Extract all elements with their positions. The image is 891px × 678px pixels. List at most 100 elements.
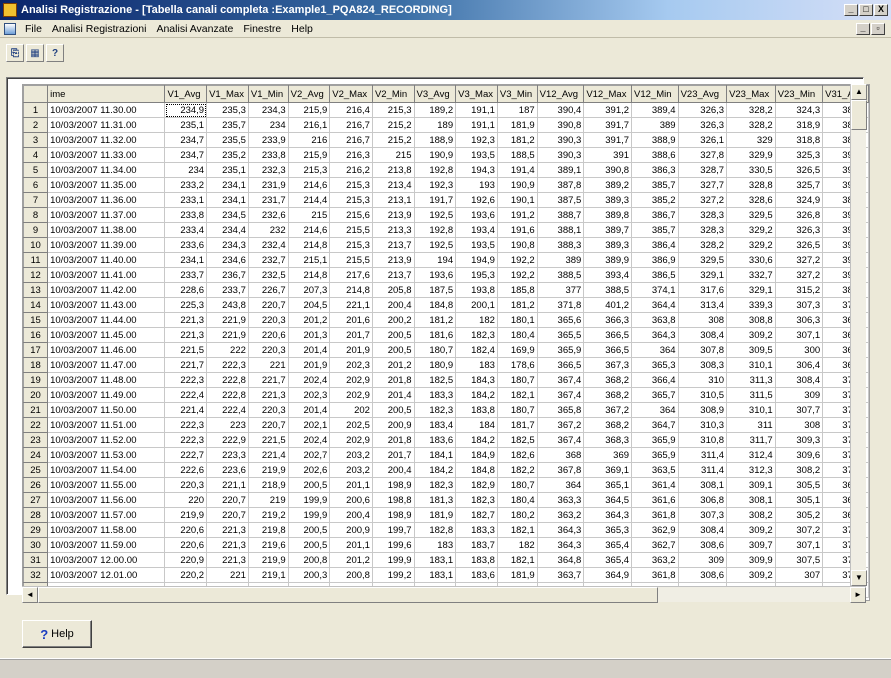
- value-cell[interactable]: 220,9: [164, 552, 208, 568]
- value-cell[interactable]: 183,8: [455, 402, 498, 418]
- value-cell[interactable]: 222,4: [206, 402, 249, 418]
- value-cell[interactable]: 339,3: [726, 297, 776, 313]
- value-cell[interactable]: 202,7: [287, 447, 331, 463]
- value-cell[interactable]: 390,3: [536, 147, 585, 163]
- value-cell[interactable]: 362,9: [631, 522, 679, 538]
- value-cell[interactable]: 329,2: [726, 222, 776, 238]
- value-cell[interactable]: 220,3: [247, 342, 289, 358]
- value-cell[interactable]: 308: [774, 417, 824, 433]
- value-cell[interactable]: 306,3: [774, 312, 824, 328]
- table-row[interactable]: 6 10/03/2007 11.35.00 233,2 234,1 231,9 214,6…: [23, 177, 869, 193]
- value-cell[interactable]: 389: [631, 117, 679, 133]
- value-cell[interactable]: 233,2: [164, 177, 208, 193]
- value-cell[interactable]: 200,4: [371, 297, 415, 313]
- value-cell[interactable]: 328,2: [677, 237, 728, 253]
- value-cell[interactable]: 307,3: [677, 507, 728, 523]
- value-cell[interactable]: 310,1: [726, 402, 776, 418]
- value-cell[interactable]: 367,4: [536, 372, 585, 388]
- value-cell[interactable]: 220,3: [164, 477, 208, 493]
- value-cell[interactable]: 235,1: [206, 162, 249, 178]
- value-cell[interactable]: 332,7: [726, 267, 776, 283]
- value-cell[interactable]: 193,6: [413, 267, 457, 283]
- value-cell[interactable]: 310,8: [677, 432, 728, 448]
- value-cell[interactable]: 180,7: [496, 402, 538, 418]
- value-cell[interactable]: 201,4: [371, 387, 415, 403]
- time-cell[interactable]: 10/03/2007 11.50.00: [47, 402, 166, 418]
- table-row[interactable]: 25 10/03/2007 11.54.00 222,6 223,6 219,9 202,…: [23, 462, 869, 478]
- value-cell[interactable]: 222,7: [164, 447, 208, 463]
- value-cell[interactable]: 327,7: [677, 177, 728, 193]
- table-row[interactable]: 18 10/03/2007 11.47.00 221,7 222,3 221 201,9 2…: [23, 357, 869, 373]
- value-cell[interactable]: 191,4: [496, 162, 538, 178]
- value-cell[interactable]: 213,7: [371, 267, 415, 283]
- table-row[interactable]: 14 10/03/2007 11.43.00 225,3 243,8 220,7 204,…: [23, 297, 869, 313]
- value-cell[interactable]: 233,7: [206, 282, 249, 298]
- value-cell[interactable]: 214,6: [287, 177, 331, 193]
- value-cell[interactable]: 308,3: [677, 357, 728, 373]
- value-cell[interactable]: 305,2: [774, 507, 824, 523]
- value-cell[interactable]: 203,2: [329, 447, 373, 463]
- document-icon[interactable]: [4, 22, 16, 35]
- value-cell[interactable]: 215,3: [287, 162, 331, 178]
- value-cell[interactable]: 215,9: [287, 102, 331, 118]
- value-cell[interactable]: 200,5: [287, 477, 331, 493]
- menu-file[interactable]: File: [20, 23, 47, 35]
- value-cell[interactable]: 215,6: [329, 207, 373, 223]
- value-cell[interactable]: 180,4: [496, 492, 538, 508]
- value-cell[interactable]: 330,6: [726, 252, 776, 268]
- value-cell[interactable]: 222,6: [164, 462, 208, 478]
- value-cell[interactable]: 386,9: [631, 252, 679, 268]
- value-cell[interactable]: 182: [455, 312, 498, 328]
- value-cell[interactable]: 180,7: [413, 342, 457, 358]
- column-header[interactable]: ime: [47, 85, 166, 103]
- value-cell[interactable]: 201,9: [329, 342, 373, 358]
- time-cell[interactable]: 10/03/2007 11.36.00: [47, 192, 166, 208]
- table-row[interactable]: 15 10/03/2007 11.44.00 221,3 221,9 220,3 201,…: [23, 312, 869, 328]
- scroll-right-button[interactable]: ►: [850, 587, 866, 603]
- value-cell[interactable]: 201,2: [287, 312, 331, 328]
- value-cell[interactable]: 305,1: [774, 492, 824, 508]
- value-cell[interactable]: 181,3: [413, 492, 457, 508]
- value-cell[interactable]: 216,2: [329, 162, 373, 178]
- table-row[interactable]: 1 10/03/2007 11.30.00 234,9 235,3 234,3 215,9…: [23, 102, 869, 118]
- value-cell[interactable]: 222,8: [206, 387, 249, 403]
- scroll-down-button[interactable]: ▼: [851, 570, 867, 586]
- value-cell[interactable]: 228,6: [164, 282, 208, 298]
- value-cell[interactable]: 306,4: [774, 357, 824, 373]
- value-cell[interactable]: 202,9: [329, 432, 373, 448]
- value-cell[interactable]: 200,9: [371, 417, 415, 433]
- value-cell[interactable]: 202,1: [287, 417, 331, 433]
- value-cell[interactable]: 315,2: [774, 282, 824, 298]
- table-row[interactable]: 3 10/03/2007 11.32.00 234,7 235,5 233,9 216 21…: [23, 132, 869, 148]
- value-cell[interactable]: 386,4: [631, 237, 679, 253]
- value-cell[interactable]: 365,6: [536, 312, 585, 328]
- value-cell[interactable]: 203,2: [329, 462, 373, 478]
- value-cell[interactable]: 327,2: [677, 192, 728, 208]
- value-cell[interactable]: 221,5: [164, 342, 208, 358]
- time-cell[interactable]: 10/03/2007 11.32.00: [47, 132, 166, 148]
- value-cell[interactable]: 193: [455, 177, 498, 193]
- value-cell[interactable]: 207,3: [287, 282, 331, 298]
- value-cell[interactable]: 223,3: [206, 447, 249, 463]
- value-cell[interactable]: 183,6: [413, 432, 457, 448]
- table-row[interactable]: 19 10/03/2007 11.48.00 222,3 222,8 221,7 202,…: [23, 372, 869, 388]
- value-cell[interactable]: 181,2: [496, 297, 538, 313]
- value-cell[interactable]: 386,3: [631, 162, 679, 178]
- value-cell[interactable]: 310,3: [677, 417, 728, 433]
- value-cell[interactable]: 199,6: [371, 537, 415, 553]
- value-cell[interactable]: 309: [677, 552, 728, 568]
- value-cell[interactable]: 215,5: [329, 222, 373, 238]
- value-cell[interactable]: 365,3: [583, 522, 633, 538]
- value-cell[interactable]: 328,8: [726, 177, 776, 193]
- value-cell[interactable]: 365,4: [583, 537, 633, 553]
- value-cell[interactable]: 213,9: [371, 207, 415, 223]
- value-cell[interactable]: 368,2: [583, 372, 633, 388]
- value-cell[interactable]: 371,8: [536, 297, 585, 313]
- value-cell[interactable]: 307,3: [774, 297, 824, 313]
- horizontal-scrollbar[interactable]: ◄ ►: [22, 586, 866, 603]
- value-cell[interactable]: 221,7: [247, 372, 289, 388]
- value-cell[interactable]: 367,2: [536, 417, 585, 433]
- value-cell[interactable]: 216,7: [329, 132, 373, 148]
- column-header[interactable]: V1_Min: [247, 85, 289, 103]
- time-cell[interactable]: 10/03/2007 11.42.00: [47, 282, 166, 298]
